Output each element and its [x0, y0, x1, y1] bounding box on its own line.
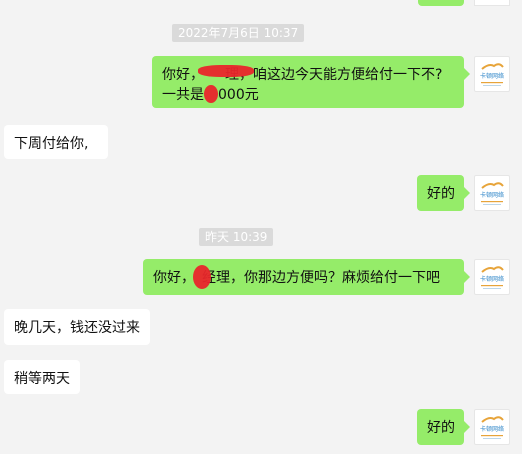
company-logo-icon: 卡顿网络: [480, 182, 504, 205]
company-logo-icon: 卡顿网络: [480, 266, 504, 289]
previous-message-bubble[interactable]: [418, 0, 464, 6]
sender-avatar[interactable]: 卡顿网络: [474, 409, 510, 445]
redaction-mark: [193, 265, 211, 289]
previous-avatar[interactable]: [474, 0, 510, 6]
received-message-bubble[interactable]: 下周付给你,: [4, 125, 108, 159]
redaction-mark: [204, 85, 218, 103]
message-timestamp: 2022年7月6日 10:37: [172, 24, 305, 42]
company-logo-icon: 卡顿网络: [480, 416, 504, 439]
sender-avatar[interactable]: 卡顿网络: [474, 175, 510, 211]
sent-message-bubble[interactable]: 好的: [417, 175, 470, 211]
message-timestamp: 昨天 10:39: [199, 228, 274, 246]
sender-avatar[interactable]: 卡顿网络: [474, 56, 510, 92]
message-text: 好的: [427, 186, 455, 202]
logo-text: 卡顿网络: [480, 275, 504, 283]
message-text: 下周付给你,: [14, 136, 89, 152]
received-message-bubble[interactable]: 稍等两天: [4, 360, 80, 394]
received-message-bubble[interactable]: 晚几天，钱还没过来: [4, 309, 150, 345]
chat-area[interactable]: 2022年7月6日 10:37 你好， 理，咱这边今天能方便给付一下不? 一共是…: [0, 0, 522, 454]
message-text: 晚几天，钱还没过来: [14, 320, 140, 336]
message-text: 好的: [427, 420, 455, 436]
sent-message-bubble[interactable]: 你好， 经理，你那边方便吗？麻烦给付一下吧: [143, 259, 470, 295]
redaction-mark: [198, 65, 254, 77]
message-text: 稍等两天: [14, 371, 70, 387]
logo-text: 卡顿网络: [480, 72, 504, 80]
sender-avatar[interactable]: 卡顿网络: [474, 259, 510, 295]
logo-text: 卡顿网络: [480, 191, 504, 199]
sent-message-bubble[interactable]: 好的: [417, 409, 470, 445]
logo-text: 卡顿网络: [480, 425, 504, 433]
sent-message-bubble[interactable]: 你好， 理，咱这边今天能方便给付一下不? 一共是 000元: [152, 56, 470, 108]
company-logo-icon: 卡顿网络: [480, 63, 504, 86]
